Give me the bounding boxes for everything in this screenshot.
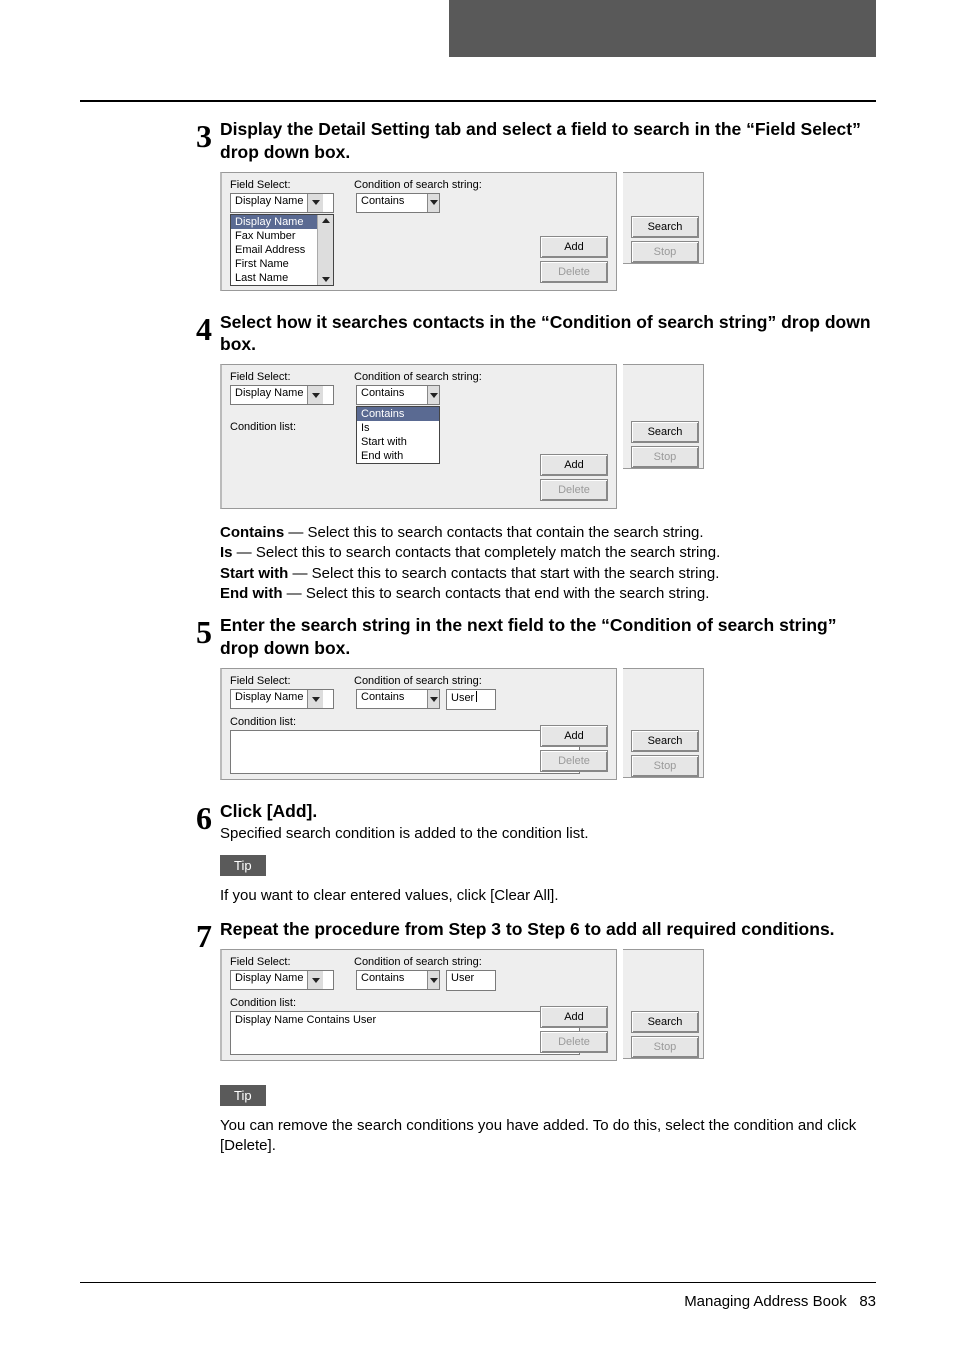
step-number: 6 [176, 802, 220, 834]
chevron-down-icon[interactable] [427, 194, 439, 212]
step-6-desc: Specified search condition is added to t… [220, 824, 874, 844]
fig5-panel: Field Select: Condition of search string… [220, 668, 617, 780]
fig3-right: Search Stop [623, 172, 704, 264]
footer-page-num: 83 [859, 1293, 876, 1310]
condition-list[interactable] [230, 730, 580, 774]
field-select-label: Field Select: [230, 371, 348, 383]
step-number: 7 [176, 920, 220, 952]
scrollbar[interactable] [317, 215, 333, 285]
field-select-combo[interactable]: Display Name [230, 193, 334, 213]
chevron-down-icon[interactable] [307, 386, 323, 404]
fig5-right: Search Stop [623, 668, 704, 778]
list-item[interactable]: End with [357, 449, 439, 463]
fig7-right: Search Stop [623, 949, 704, 1059]
condition-listbox[interactable]: Contains Is Start with End with [356, 406, 440, 464]
field-select-combo[interactable]: Display Name [230, 970, 334, 990]
condition-label: Condition of search string: [354, 179, 482, 191]
step-6-title: Click [Add]. [220, 800, 874, 823]
chevron-down-icon[interactable] [307, 194, 323, 212]
footer-title: Managing Address Book [684, 1293, 847, 1310]
chevron-down-icon[interactable] [427, 386, 439, 404]
field-select-combo[interactable]: Display Name [230, 385, 334, 405]
fig7-panel: Field Select: Condition of search string… [220, 949, 617, 1061]
condition-list-label: Condition list: [230, 421, 296, 433]
condition-list[interactable]: Display Name Contains User [230, 1011, 580, 1055]
def-desc: — Select this to search contacts that co… [233, 544, 721, 561]
condition-combo[interactable]: Contains [356, 970, 440, 990]
chevron-down-icon[interactable] [307, 690, 323, 708]
field-select-label: Field Select: [230, 675, 348, 687]
condition-list-entry[interactable]: Display Name Contains User [235, 1014, 575, 1026]
def-desc: — Select this to search contacts that co… [284, 524, 703, 541]
step-number: 3 [176, 120, 220, 152]
def-term: End with [220, 585, 283, 602]
header-gray-banner [449, 0, 876, 57]
tip-badge: Tip [220, 855, 266, 876]
step-5-title: Enter the search string in the next fiel… [220, 614, 874, 660]
field-select-label: Field Select: [230, 956, 348, 968]
delete-button[interactable]: Delete [540, 1031, 608, 1053]
add-button[interactable]: Add [540, 1006, 608, 1028]
delete-button[interactable]: Delete [540, 479, 608, 501]
fig4-right: Search Stop [623, 364, 704, 469]
step-4-title: Select how it searches contacts in the “… [220, 311, 874, 357]
list-item[interactable]: Start with [357, 435, 439, 449]
add-button[interactable]: Add [540, 236, 608, 258]
list-item[interactable]: Contains [357, 407, 439, 421]
search-string-input[interactable]: User [446, 970, 496, 991]
field-select-label: Field Select: [230, 179, 348, 191]
tip-text-after-7: You can remove the search conditions you… [220, 1116, 874, 1157]
tip-text-after-6: If you want to clear entered values, cli… [220, 886, 874, 906]
def-term: Start with [220, 565, 288, 582]
step-3-title: Display the Detail Setting tab and selec… [220, 118, 874, 164]
def-term: Contains [220, 524, 284, 541]
chevron-down-icon[interactable] [427, 690, 439, 708]
condition-combo[interactable]: Contains [356, 193, 440, 213]
condition-label: Condition of search string: [354, 675, 482, 687]
stop-button[interactable]: Stop [631, 446, 699, 468]
chevron-down-icon[interactable] [427, 971, 439, 989]
top-rule [80, 100, 876, 102]
stop-button[interactable]: Stop [631, 1036, 699, 1058]
add-button[interactable]: Add [540, 454, 608, 476]
def-term: Is [220, 544, 233, 561]
add-button[interactable]: Add [540, 725, 608, 747]
page-footer: Managing Address Book 83 [80, 1282, 876, 1310]
condition-label: Condition of search string: [354, 956, 482, 968]
search-button[interactable]: Search [631, 216, 699, 238]
field-select-combo[interactable]: Display Name [230, 689, 334, 709]
condition-combo[interactable]: Contains [356, 689, 440, 709]
search-button[interactable]: Search [631, 730, 699, 752]
fig4-panel: Field Select: Condition of search string… [220, 364, 617, 509]
search-button[interactable]: Search [631, 421, 699, 443]
delete-button[interactable]: Delete [540, 750, 608, 772]
stop-button[interactable]: Stop [631, 241, 699, 263]
step-number: 4 [176, 313, 220, 345]
step-7-title: Repeat the procedure from Step 3 to Step… [220, 918, 874, 941]
list-item[interactable]: Is [357, 421, 439, 435]
stop-button[interactable]: Stop [631, 755, 699, 777]
def-desc: — Select this to search contacts that st… [288, 565, 719, 582]
chevron-down-icon[interactable] [307, 971, 323, 989]
condition-label: Condition of search string: [354, 371, 482, 383]
field-select-listbox[interactable]: Display Name Fax Number Email Address Fi… [230, 214, 334, 286]
tip-badge: Tip [220, 1085, 266, 1106]
condition-combo[interactable]: Contains [356, 385, 440, 405]
fig3-panel: Field Select: Condition of search string… [220, 172, 617, 291]
def-desc: — Select this to search contacts that en… [283, 585, 710, 602]
search-button[interactable]: Search [631, 1011, 699, 1033]
delete-button[interactable]: Delete [540, 261, 608, 283]
step-number: 5 [176, 616, 220, 648]
search-string-input[interactable]: User [446, 689, 496, 710]
